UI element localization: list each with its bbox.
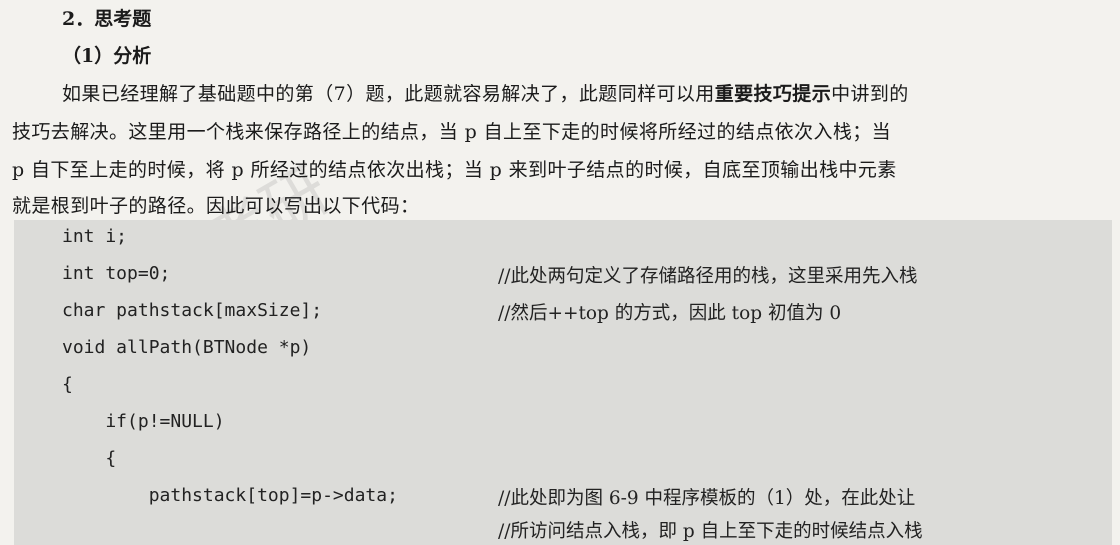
code-comment: //此处两句定义了存储路径用的栈，这里采用先入栈 <box>498 266 918 287</box>
paragraph-line-1-post: 中讲到的 <box>831 83 909 105</box>
code-line: { <box>62 448 117 469</box>
code-line: if(p!=NULL) <box>62 411 225 432</box>
paragraph-line-4: 就是根到叶子的路径。因此可以写出以下代码： <box>12 195 420 217</box>
code-line: int top=0; <box>62 263 171 284</box>
code-comment: //所访问结点入栈，即 p 自上至下走的时候结点入栈 <box>498 521 923 542</box>
code-comment: //然后++top 的方式，因此 top 初值为 0 <box>498 303 842 324</box>
paragraph-line-1: 如果已经理解了基础题中的第（7）题，此题就容易解决了，此题同样可以用重要技巧提示… <box>62 79 909 106</box>
code-line: void allPath(BTNode *p) <box>62 337 312 358</box>
code-line: { <box>62 374 73 395</box>
paragraph-line-3: p 自下至上走的时候，将 p 所经过的结点依次出栈；当 p 来到叶子结点的时候，… <box>12 159 897 181</box>
paragraph-line-1-bold: 重要技巧提示 <box>714 83 832 105</box>
paragraph-line-1-pre: 如果已经理解了基础题中的第（7）题，此题就容易解决了，此题同样可以用 <box>62 83 715 105</box>
code-line: char pathstack[maxSize]; <box>62 300 323 321</box>
code-comment: //此处即为图 6-9 中程序模板的（1）处，在此处让 <box>498 488 916 509</box>
paragraph-line-2: 技巧去解决。这里用一个栈来保存路径上的结点，当 p 自上至下走的时候将所经过的结… <box>12 121 892 143</box>
section-subheading: （1）分析 <box>62 45 152 67</box>
code-block: int i; int top=0; char pathstack[maxSize… <box>14 220 1112 545</box>
section-heading: 2．思考题 <box>62 8 152 30</box>
code-line: pathstack[top]=p->data; <box>62 485 398 506</box>
code-line: int i; <box>62 226 128 247</box>
